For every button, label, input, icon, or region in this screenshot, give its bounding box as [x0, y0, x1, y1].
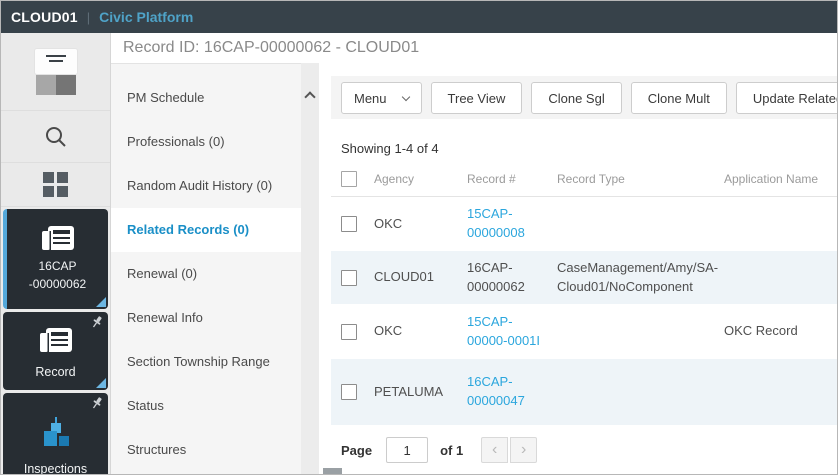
nav-item-renewal[interactable]: Renewal (0): [111, 252, 301, 296]
record-link[interactable]: 15CAP-00000008: [467, 206, 525, 240]
column-header-application-name: Application Name: [724, 172, 838, 186]
page-label: Page: [341, 443, 372, 458]
nav-scrollbar[interactable]: [301, 63, 319, 475]
table-body: OKC 15CAP-00000008 CLOUD01 16CAP-0000006…: [331, 197, 838, 425]
app-title: Civic Platform: [99, 9, 193, 25]
nav-item-pm-schedule[interactable]: PM Schedule: [111, 76, 301, 120]
tab-label: Inspections: [3, 462, 108, 475]
record-document-icon: [40, 224, 76, 252]
agency-cell: OKC: [365, 215, 467, 234]
resize-corner-icon[interactable]: [96, 378, 106, 388]
pin-icon[interactable]: [87, 312, 106, 331]
row-checkbox[interactable]: [341, 324, 357, 340]
tab-inspections[interactable]: Inspections: [3, 393, 108, 475]
tab-label-line2: -00000062: [7, 275, 108, 293]
menu-dropdown-button[interactable]: Menu: [341, 82, 422, 114]
inspections-hierarchy-icon: [38, 415, 74, 451]
civic-platform-window: CLOUD01 | Civic Platform: [0, 0, 838, 475]
table-header-row: Agency Record # Record Type Application …: [331, 161, 838, 197]
row-checkbox[interactable]: [341, 216, 357, 232]
page-count-label: of 1: [440, 443, 463, 458]
column-header-record-number: Record #: [467, 172, 557, 186]
search-button[interactable]: [1, 111, 110, 163]
record-nav-panel: PM Schedule Professionals (0) Random Aud…: [111, 63, 301, 475]
chevron-up-icon[interactable]: [304, 91, 315, 102]
table-row: OKC 15CAP-00000-0001I OKC Record: [331, 304, 838, 359]
record-type-cell: CaseManagement/Amy/SA-Cloud01/NoComponen…: [557, 259, 724, 297]
resize-corner-icon[interactable]: [96, 297, 106, 307]
left-icon-rail: 16CAP -00000062: [1, 33, 111, 475]
clone-sgl-button[interactable]: Clone Sgl: [531, 82, 621, 114]
row-checkbox[interactable]: [341, 384, 357, 400]
nav-item-renewal-info[interactable]: Renewal Info: [111, 296, 301, 340]
grid-icon: [43, 172, 68, 197]
previous-page-button[interactable]: ‹: [481, 437, 508, 463]
column-header-record-type: Record Type: [557, 172, 724, 186]
chevron-down-icon: [401, 92, 409, 100]
brand-separator: |: [87, 10, 90, 25]
page-number-input[interactable]: [386, 437, 428, 463]
nav-item-related-records[interactable]: Related Records (0): [111, 208, 301, 252]
page-title: Record ID: 16CAP-00000062 - CLOUD01: [123, 39, 419, 57]
nav-item-status[interactable]: Status: [111, 384, 301, 428]
results-summary: Showing 1-4 of 4: [341, 141, 439, 156]
apps-grid-button[interactable]: [1, 163, 110, 207]
agency-cell: CLOUD01: [365, 268, 467, 287]
pagination: Page of 1 ‹ ›: [341, 435, 537, 465]
clone-mult-button[interactable]: Clone Mult: [631, 82, 727, 114]
tab-label: Record: [3, 365, 108, 379]
agency-cell: PETALUMA: [365, 383, 467, 402]
select-all-checkbox[interactable]: [341, 171, 357, 187]
record-header: Record ID: 16CAP-00000062 - CLOUD01: [111, 33, 838, 63]
record-link[interactable]: 15CAP-00000-0001I: [467, 314, 540, 348]
topbar: CLOUD01 | Civic Platform: [1, 1, 838, 33]
table-row: OKC 15CAP-00000008: [331, 197, 838, 251]
tree-view-button[interactable]: Tree View: [431, 82, 523, 114]
application-name-cell: OKC Record: [724, 322, 838, 341]
tab-record-16cap-00000062[interactable]: 16CAP -00000062: [3, 209, 108, 309]
nav-item-random-audit-history[interactable]: Random Audit History (0): [111, 164, 301, 208]
agency-name: CLOUD01: [11, 9, 78, 25]
column-header-agency: Agency: [365, 172, 467, 186]
search-icon: [44, 125, 68, 149]
launchpad-button[interactable]: [1, 33, 110, 111]
next-page-button[interactable]: ›: [510, 437, 537, 463]
horizontal-scrollbar-thumb[interactable]: [323, 468, 342, 475]
nav-item-section-township-range[interactable]: Section Township Range: [111, 340, 301, 384]
update-related-button[interactable]: Update Related: [736, 82, 838, 114]
record-link[interactable]: 16CAP-00000047: [467, 374, 525, 408]
nav-item-structures[interactable]: Structures: [111, 428, 301, 472]
tab-label-line1: 16CAP: [7, 257, 108, 275]
tab-record[interactable]: Record: [3, 312, 108, 390]
row-checkbox[interactable]: [341, 270, 357, 286]
record-number-cell: 16CAP-00000062: [467, 259, 557, 297]
agency-cell: OKC: [365, 322, 467, 341]
pin-icon[interactable]: [87, 393, 106, 412]
record-document-icon: [38, 326, 74, 354]
table-row: CLOUD01 16CAP-00000062 CaseManagement/Am…: [331, 251, 838, 304]
table-row: PETALUMA 16CAP-00000047: [331, 359, 838, 425]
nav-item-professionals[interactable]: Professionals (0): [111, 120, 301, 164]
open-record-tabs: 16CAP -00000062: [1, 207, 110, 475]
toolbar: Menu Tree View Clone Sgl Clone Mult Upda…: [331, 76, 838, 119]
launchpad-icon: [35, 49, 77, 95]
menu-button-label: Menu: [354, 91, 387, 106]
related-records-panel: Menu Tree View Clone Sgl Clone Mult Upda…: [331, 63, 838, 475]
